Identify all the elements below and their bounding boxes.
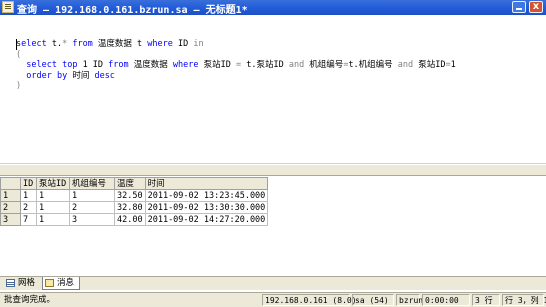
corner-cell[interactable] [0,177,21,190]
code-token: 1 ID [77,60,109,71]
code-token: t.泵站ID [241,60,289,71]
code-token: 时间 [67,70,95,81]
grid-cell[interactable]: 2011-09-02 13:23:45.000 [144,189,269,202]
grid-cell[interactable]: 1 [36,213,70,226]
row-number[interactable]: 1 [0,189,21,202]
status-bar: 批查询完成。 192.168.0.161 (8.0) sa (54) bzrun… [0,292,546,307]
code-token: from [108,60,129,71]
code-token: 泵站ID [413,60,446,71]
status-cursor-position: 行 3，列 1 [502,294,546,306]
grid-cell[interactable]: 3 [69,213,115,226]
sql-editor[interactable]: select t.* from 温度数据 t where ID in( sele… [0,15,546,164]
grid-cell[interactable]: 1 [36,201,70,214]
grid-cell[interactable]: 2 [20,201,37,214]
grid-cell[interactable]: 2011-09-02 13:30:30.000 [144,201,269,214]
code-line[interactable]: order by 时间 desc [16,71,456,82]
grid-cell[interactable]: 2 [69,201,115,214]
code-token: in [193,39,204,49]
code-token: and [397,60,414,71]
code-token: and [288,60,305,71]
code-token: from [72,39,93,49]
code-line[interactable]: select top 1 ID from 温度数据 where 泵站ID = t… [16,60,456,71]
pane-splitter[interactable] [0,164,546,176]
column-header[interactable]: 时间 [144,177,269,190]
tab-grid-label: 网格 [18,278,36,288]
status-message: 批查询完成。 [4,295,56,305]
results-pane: ID 泵站ID 机组编号 温度 时间 1 1 1 1 32.50 2011-09… [0,176,546,276]
status-user: sa (54) [352,294,394,306]
code-token: select [26,60,57,71]
grid-cell[interactable]: 42.00 [114,213,146,226]
code-line[interactable]: select t.* from 温度数据 t where ID in [16,39,456,50]
close-button[interactable]: x [529,1,543,13]
grid-cell[interactable]: 1 [36,189,70,202]
table-row[interactable]: 1 1 1 1 32.50 2011-09-02 13:23:45.000 [0,189,269,202]
window-title: 查询 — 192.168.0.161.bzrun.sa — 无标题1* [17,5,248,16]
code-token: where [172,60,199,71]
code-line[interactable]: ( [16,50,456,61]
column-header[interactable]: 温度 [114,177,146,190]
code-token: 1 [450,60,456,71]
window-titlebar: 查询 — 192.168.0.161.bzrun.sa — 无标题1* x [0,0,546,16]
tab-messages[interactable]: 消息 [42,277,80,290]
table-row[interactable]: 3 7 1 3 42.00 2011-09-02 14:27:20.000 [0,213,269,226]
message-icon [45,279,54,287]
code-token: 机组编号 [304,60,344,71]
code-token: 泵站ID [198,60,236,71]
code-token: ) [16,81,22,92]
row-number[interactable]: 3 [0,213,21,226]
text-caret [16,39,17,50]
minimize-button[interactable] [512,1,526,13]
code-token: top [62,60,78,71]
code-token: order by [26,70,68,81]
row-number[interactable]: 2 [0,201,21,214]
code-token: t.机组编号 [348,60,398,71]
code-token: t. [46,39,63,49]
code-token: ID [172,39,194,49]
code-token: 温度数据 [128,60,173,71]
editor-margin [0,15,13,163]
grid-cell[interactable]: 1 [20,189,37,202]
table-row[interactable]: 2 2 1 2 32.80 2011-09-02 13:30:30.000 [0,201,269,214]
status-elapsed: 0:00:00 [422,294,470,306]
grid-header-row: ID 泵站ID 机组编号 温度 时间 [0,177,269,190]
code-token: select [16,39,47,49]
grid-cell[interactable]: 1 [69,189,115,202]
grid-cell[interactable]: 2011-09-02 14:27:20.000 [144,213,269,226]
status-database: bzrun [396,294,423,306]
grid-cell[interactable]: 32.50 [114,189,146,202]
grid-cell[interactable]: 7 [20,213,37,226]
grid-icon [6,279,15,287]
code-token: ( [16,49,22,60]
status-server: 192.168.0.161 (8.0) [262,294,357,306]
status-row-count: 3 行 [472,294,500,306]
code-token: desc [94,70,115,81]
tab-messages-label: 消息 [57,278,75,288]
column-header[interactable]: 机组编号 [69,177,115,190]
sql-code[interactable]: select t.* from 温度数据 t where ID in( sele… [16,39,456,92]
code-line[interactable]: ) [16,81,456,92]
results-tabbar: 网格 消息 [0,276,546,290]
code-token: where [147,39,173,49]
query-document-icon [2,1,14,13]
code-token: 温度数据 t [92,39,148,49]
grid-cell[interactable]: 32.80 [114,201,146,214]
column-header[interactable]: ID [20,177,37,190]
column-header[interactable]: 泵站ID [36,177,70,190]
tab-grid[interactable]: 网格 [4,277,42,290]
results-grid[interactable]: ID 泵站ID 机组编号 温度 时间 1 1 1 1 32.50 2011-09… [0,177,269,226]
